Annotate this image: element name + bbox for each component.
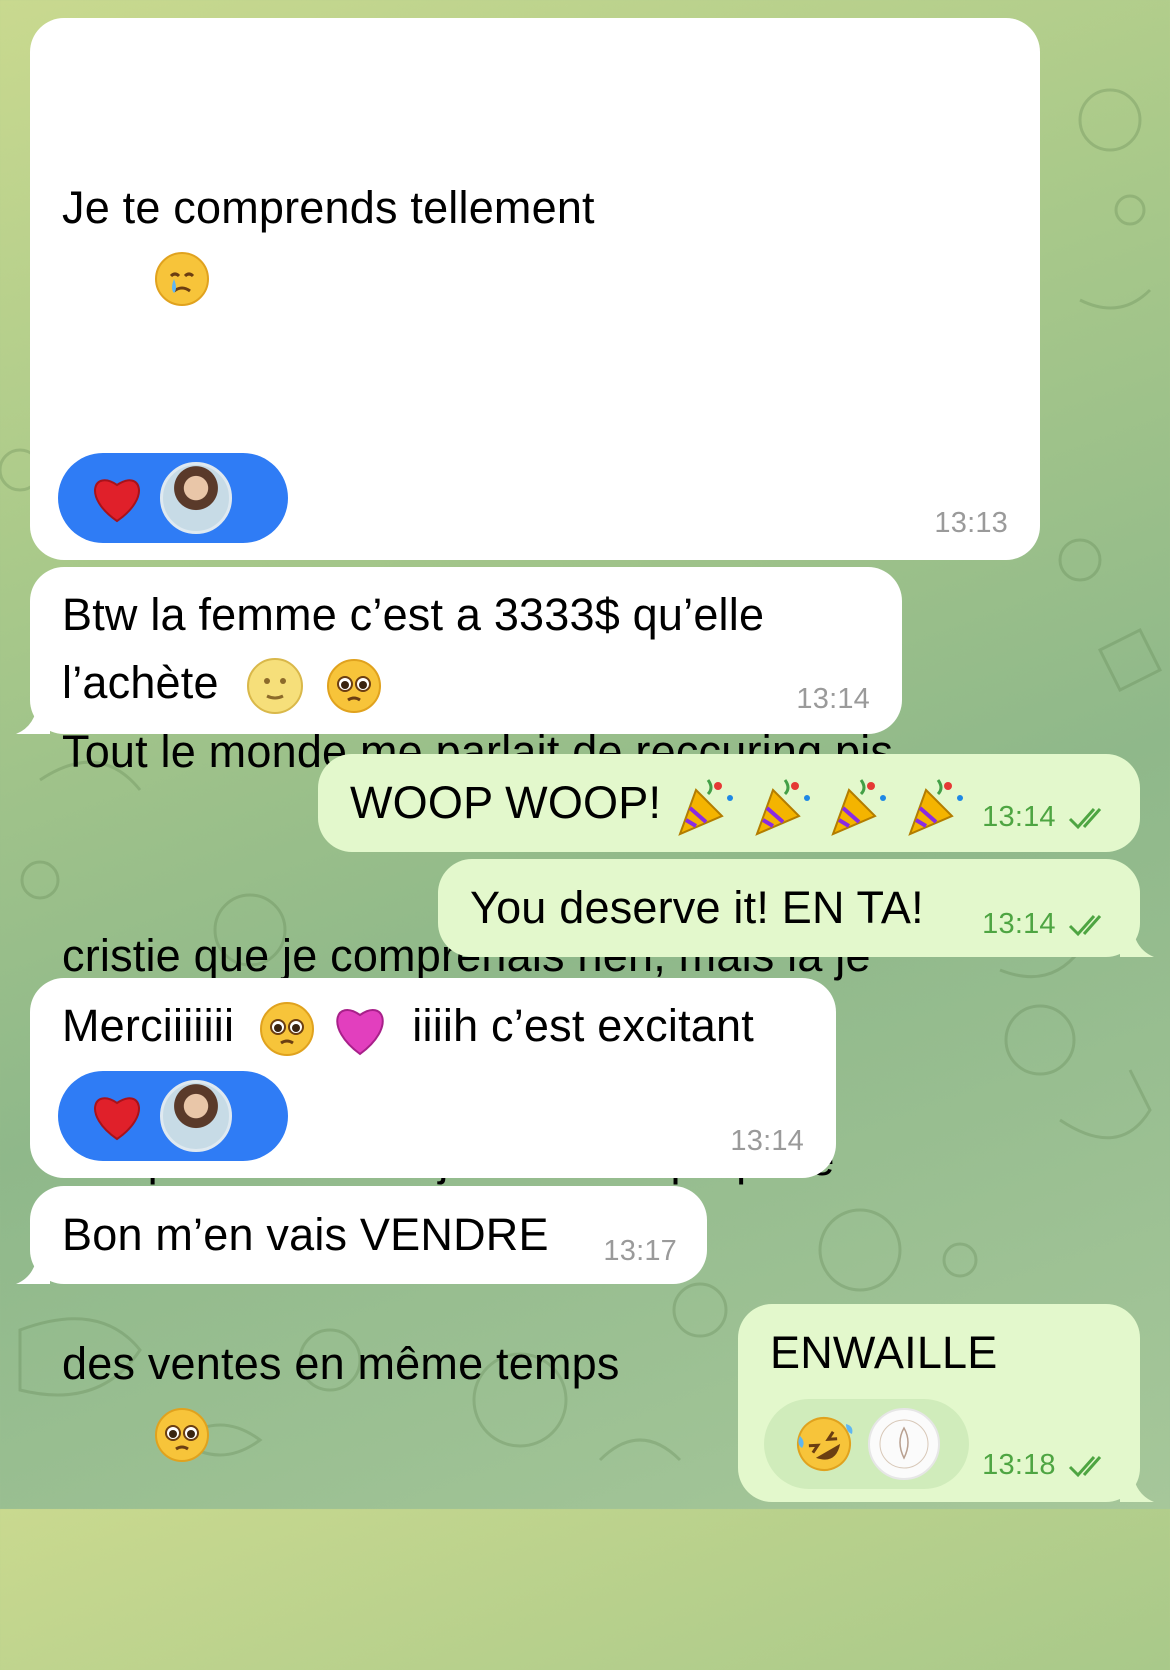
reaction-chip[interactable] <box>764 1399 969 1489</box>
message-time: 13:14 <box>982 801 1056 833</box>
reaction-chip[interactable] <box>58 1071 288 1161</box>
rolling-on-floor-laughing-emoji-icon <box>797 1417 853 1471</box>
message-timestamp: 13:14 <box>982 802 1112 832</box>
party-popper-emoji-icon <box>678 779 733 836</box>
reaction-chip[interactable] <box>58 453 288 543</box>
message-time: 13:14 <box>982 908 1056 940</box>
message-line: Btw la femme c’est a 3333$ qu’elle <box>62 589 765 640</box>
message-text: WOOP WOOP! <box>350 777 662 828</box>
reactor-avatar <box>160 1080 232 1152</box>
message-timestamp: 13:14 <box>796 683 870 715</box>
message-text: Merciiiiiii <box>62 1000 235 1051</box>
crying-face-emoji-icon <box>155 252 210 307</box>
bubble-tail <box>16 700 50 734</box>
message-text: iiiih c’est excitant <box>412 1000 754 1051</box>
read-double-check-icon <box>1068 808 1102 830</box>
read-double-check-icon <box>1068 1456 1102 1478</box>
message-timestamp: 13:17 <box>603 1235 677 1267</box>
message-bubble-incoming[interactable]: Merciiiiiii iiiih c’est excitant 13:14 <box>30 978 836 1178</box>
reactor-avatar-logo <box>868 1408 940 1480</box>
message-timestamp: 13:14 <box>982 909 1112 939</box>
pleading-face-emoji-icon <box>155 1408 210 1463</box>
message-bubble-outgoing[interactable]: ENWAILLE 13:18 <box>738 1304 1154 1502</box>
pleading-face-emoji-icon <box>259 1002 314 1057</box>
message-bubble-incoming[interactable]: Je te comprends tellement Tout le monde … <box>30 18 1040 1463</box>
message-line: l’achète <box>62 657 219 708</box>
party-popper-emoji-icon <box>754 779 810 836</box>
message-text: ENWAILLE <box>770 1327 998 1378</box>
read-double-check-icon <box>1068 915 1102 937</box>
message-text: Bon m’en vais VENDRE <box>62 1209 549 1260</box>
party-popper-emoji-icon <box>831 779 887 836</box>
party-popper-emojis <box>674 777 968 836</box>
bubble-tail <box>16 1250 50 1284</box>
message-time: 13:18 <box>982 1449 1056 1481</box>
message-bubble-incoming[interactable]: Btw la femme c’est a 3333$ qu’elle l’ach… <box>16 567 902 734</box>
heart-icon <box>94 479 140 523</box>
bubble-tail <box>1120 923 1154 957</box>
reactor-avatar <box>160 462 232 534</box>
message-timestamp: 13:18 <box>982 1450 1112 1480</box>
message-line: Je te comprends tellement <box>62 182 595 233</box>
heart-icon <box>94 1097 140 1141</box>
message-timestamp: 13:13 <box>934 507 1008 539</box>
message-text: You deserve it! EN TA! <box>470 882 924 933</box>
message-line: des ventes en même temps <box>62 1338 620 1389</box>
message-bubble-outgoing[interactable]: WOOP WOOP! 13:14 <box>318 754 1140 852</box>
bubble-tail <box>1120 1468 1154 1502</box>
party-popper-emoji-icon <box>908 779 963 836</box>
pink-heart-icon <box>335 1009 384 1056</box>
full-moon-face-emoji-icon <box>247 658 304 715</box>
message-timestamp: 13:14 <box>730 1125 804 1157</box>
message-bubble-incoming[interactable]: Bon m’en vais VENDRE 13:17 <box>16 1186 707 1284</box>
pleading-face-emoji-icon <box>327 659 382 714</box>
brand-logo-icon <box>879 1419 929 1469</box>
message-bubble-outgoing[interactable]: You deserve it! EN TA! 13:14 <box>438 859 1154 957</box>
